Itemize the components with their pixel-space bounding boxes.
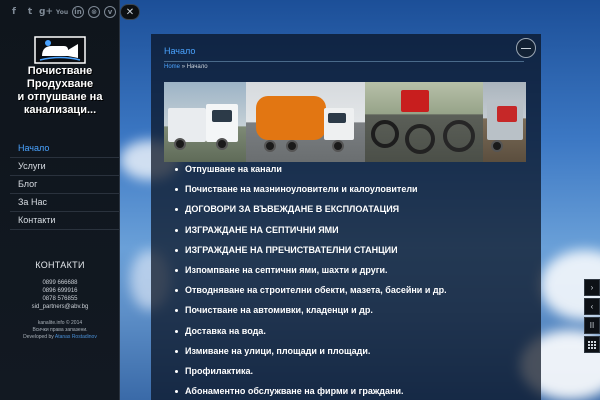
grid-icon: [588, 340, 596, 349]
twitter-icon[interactable]: t: [24, 6, 36, 18]
sewer-truck-photo: [483, 82, 526, 162]
cleaning-equipment-photo: [365, 82, 483, 162]
nav-item-contacts[interactable]: Контакти: [10, 212, 120, 230]
list-item: Абонаментно обслужване на фирми и гражда…: [175, 386, 525, 400]
list-item: ИЗГРАЖДАНЕ НА ПРЕЧИСТВАТЕЛНИ СТАНЦИИ: [175, 245, 525, 265]
list-item: Отпушване на канали: [175, 164, 525, 184]
phone-number: 0896 699916: [42, 288, 78, 294]
slider-grid-button[interactable]: [584, 336, 600, 353]
breadcrumb-current: Начало: [186, 64, 208, 70]
list-item: Измиване на улици, площади и площади.: [175, 346, 525, 366]
slider-prev-button[interactable]: ‹: [584, 298, 600, 315]
list-item: Профилактика.: [175, 366, 525, 386]
collapse-panel-button[interactable]: [516, 38, 536, 58]
flickr-icon[interactable]: in: [72, 6, 84, 18]
nav-item-about[interactable]: За Нас: [10, 194, 120, 212]
phone-number: 0899 666688: [42, 280, 78, 286]
slider-next-button[interactable]: ›: [584, 279, 600, 296]
list-item: Почистване на автомивки, кладенци и др.: [175, 305, 525, 325]
dribbble-icon[interactable]: ⊗: [88, 6, 100, 18]
footer-copyright: kanalite.info © 2014 Всички права запазе…: [23, 320, 97, 340]
nav-item-blog[interactable]: Блог: [10, 176, 120, 194]
vacuum-truck-photo: [246, 82, 365, 162]
contacts-heading: КОНТАКТИ: [35, 260, 85, 270]
developer-link[interactable]: Atanas Rostadinov: [55, 334, 97, 340]
sidebar: f t g+ You in ⊗ v Почистване Продухване …: [0, 0, 120, 400]
photo-strip: [164, 82, 526, 162]
nav-item-home[interactable]: Начало: [10, 140, 120, 158]
list-item: Почистване на мазниноуловители и калоуло…: [175, 184, 525, 204]
site-title[interactable]: Почистване Продухване и отпушване на кан…: [0, 65, 120, 117]
title-divider: [164, 61, 524, 62]
google-plus-icon[interactable]: g+: [39, 6, 53, 18]
list-item: Изпомпване на септични ями, шахти и друг…: [175, 265, 525, 285]
list-item: ДОГОВОРИ ЗА ВЪВЕЖДАНЕ В ЕКСПЛОАТАЦИЯ: [175, 204, 525, 224]
truck-photo: [164, 82, 246, 162]
list-item: ИЗГРАЖДАНЕ НА СЕПТИЧНИ ЯМИ: [175, 225, 525, 245]
main-nav: Начало Услуги Блог За Нас Контакти: [10, 140, 120, 230]
youtube-icon[interactable]: You: [56, 6, 68, 18]
contacts-block: 0899 666688 0896 699916 0878 576855 sid_…: [0, 279, 120, 311]
breadcrumb-separator: »: [181, 64, 186, 70]
close-sidebar-button[interactable]: ✕: [120, 4, 140, 20]
services-list: Отпушване на канали Почистване на мазнин…: [175, 164, 525, 400]
logo-icon[interactable]: [34, 36, 86, 64]
social-links: f t g+ You in ⊗ v: [8, 6, 116, 18]
list-item: Доставка на вода.: [175, 326, 525, 346]
list-item: Отводняване на строителни обекти, мазета…: [175, 285, 525, 305]
content-panel: Начало Home » Начало Отпушване на канали…: [151, 34, 541, 400]
page-title: Начало: [164, 46, 196, 56]
breadcrumb: Home » Начало: [164, 64, 208, 70]
facebook-icon[interactable]: f: [8, 6, 20, 18]
slider-pause-button[interactable]: II: [584, 317, 600, 334]
vimeo-icon[interactable]: v: [104, 6, 116, 18]
breadcrumb-home-link[interactable]: Home: [164, 64, 180, 70]
phone-number: 0878 576855: [42, 296, 78, 302]
nav-item-services[interactable]: Услуги: [10, 158, 120, 176]
email-address[interactable]: sid_partners@abv.bg: [0, 303, 120, 311]
